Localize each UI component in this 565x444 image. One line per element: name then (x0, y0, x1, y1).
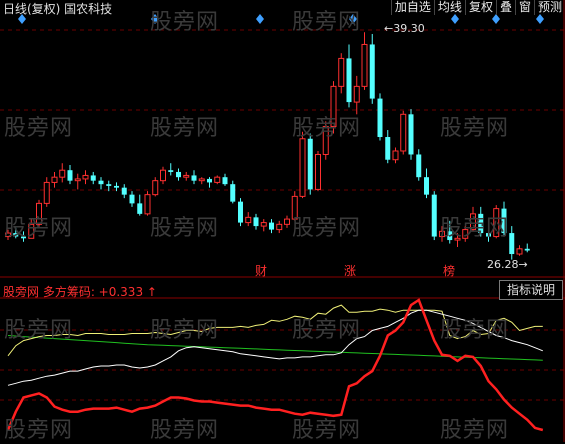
low-price-label: 26.28→ (487, 258, 528, 271)
candle-body (353, 85, 360, 103)
candle-body (207, 178, 212, 183)
candle-body (43, 181, 50, 204)
candle-body (59, 169, 66, 178)
candle-body (346, 58, 352, 103)
candle-body (276, 223, 283, 231)
watermark: 股旁网 (440, 216, 510, 241)
watermark: 股旁网 (440, 318, 510, 343)
candle-body (260, 222, 267, 227)
watermark: 股旁网 (292, 116, 362, 141)
adjust-button[interactable]: 复权 (464, 0, 496, 15)
chart-title: 日线(复权) 国农科技 (3, 2, 113, 16)
watermark: 股旁网 (150, 318, 220, 343)
candle-body (198, 178, 205, 182)
candle-body (137, 203, 143, 214)
high-price-value: 39.30 (393, 22, 425, 35)
candle-body (51, 176, 58, 183)
indicator-title: 股旁网 多方筹码: +0.333 ↑ (3, 283, 157, 300)
event-marker-rank[interactable]: 榜 (443, 262, 455, 279)
candle-body (299, 138, 306, 197)
candle-body (214, 176, 221, 183)
candle-body (90, 175, 96, 181)
candle-body (222, 177, 228, 185)
watermark: 股旁网 (440, 418, 510, 443)
indicator-title-text: 股旁网 多方筹码: +0.333 (3, 285, 144, 299)
watermark: 股旁网 (150, 116, 220, 141)
candle-body (431, 194, 437, 237)
candle-body (392, 150, 399, 161)
candle-body (424, 177, 429, 195)
candle-body (416, 154, 422, 178)
toolbar: 加自选 均线 复权 叠 窗 预测 (390, 0, 565, 15)
candle-body (385, 137, 391, 160)
indicator-help-button[interactable]: 指标说明 (499, 280, 563, 300)
candle-body (230, 184, 236, 202)
candle-body (338, 57, 345, 87)
candle-body (516, 248, 523, 255)
candle-body (377, 98, 383, 138)
candle-body (82, 174, 89, 180)
forecast-button[interactable]: 预测 (533, 0, 565, 15)
watermark: 股旁网 (292, 216, 362, 241)
overlay-button[interactable]: 叠 (495, 0, 515, 15)
candle-body (524, 248, 530, 251)
candle-body (74, 178, 81, 182)
candle-body (168, 170, 174, 172)
candle-body (315, 153, 321, 190)
event-marker-rise[interactable]: 涨 (344, 262, 356, 279)
candle-body (160, 169, 166, 182)
moving-average-button[interactable]: 均线 (433, 0, 465, 15)
candle-body (269, 222, 274, 230)
candle-body (98, 180, 104, 185)
watermark: 股旁网 (150, 418, 220, 443)
candle-body (408, 114, 414, 155)
watermark: 股旁网 (4, 116, 74, 141)
candle-body (106, 184, 112, 186)
watermark: 股旁网 (292, 318, 362, 343)
watermark: 股旁网 (440, 116, 510, 141)
candle-body (238, 201, 243, 223)
watermark: 股旁网 (4, 216, 74, 241)
watermark: 股旁网 (150, 10, 220, 35)
candle-body (307, 138, 313, 190)
candle-body (183, 174, 190, 178)
add-watchlist-button[interactable]: 加自选 (390, 0, 434, 15)
candle-body (400, 113, 407, 152)
window-button[interactable]: 窗 (514, 0, 534, 15)
candle-body (369, 44, 375, 99)
event-marker-finance[interactable]: 财 (255, 262, 267, 279)
watermark: 股旁网 (292, 418, 362, 443)
candle-body (176, 171, 181, 178)
arrow-up-icon: ↑ (146, 285, 157, 299)
watermark: 股旁网 (4, 418, 74, 443)
low-price-value: 26.28 (487, 258, 519, 271)
candle-body (245, 216, 252, 224)
watermark: 股旁网 (150, 216, 220, 241)
candle-body (129, 194, 135, 204)
candle-body (253, 217, 259, 227)
candle-body (509, 233, 515, 255)
candle-body (191, 175, 197, 181)
high-price-label: ←39.30 (384, 22, 425, 35)
candle-body (67, 170, 73, 181)
candle-body (284, 218, 290, 225)
watermark: 股旁网 (4, 318, 74, 343)
candle-body (121, 187, 127, 195)
candle-body (114, 185, 119, 188)
watermark: 股旁网 (292, 10, 362, 35)
candle-body (361, 43, 368, 87)
candle-body (152, 180, 159, 196)
